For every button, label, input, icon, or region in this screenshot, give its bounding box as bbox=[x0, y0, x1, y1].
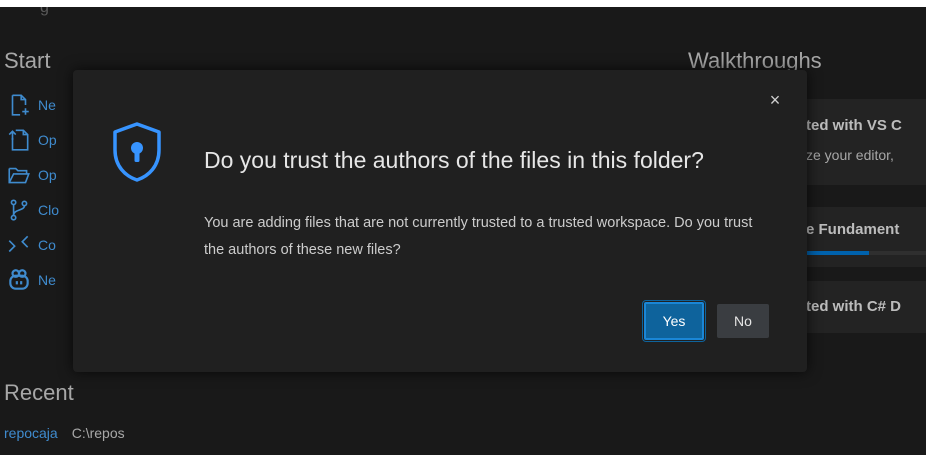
close-icon[interactable]: × bbox=[765, 90, 785, 110]
yes-button[interactable]: Yes bbox=[642, 300, 706, 342]
dialog-title: Do you trust the authors of the files in… bbox=[204, 147, 704, 173]
shield-keyhole-icon bbox=[113, 122, 161, 182]
welcome-page: g Start Ne Op Op Clo Co Ne Recent repoca… bbox=[0, 7, 926, 455]
no-button[interactable]: No bbox=[717, 304, 769, 338]
workspace-trust-dialog: × Do you trust the authors of the files … bbox=[73, 70, 807, 372]
dialog-message: You are adding files that are not curren… bbox=[204, 215, 753, 258]
